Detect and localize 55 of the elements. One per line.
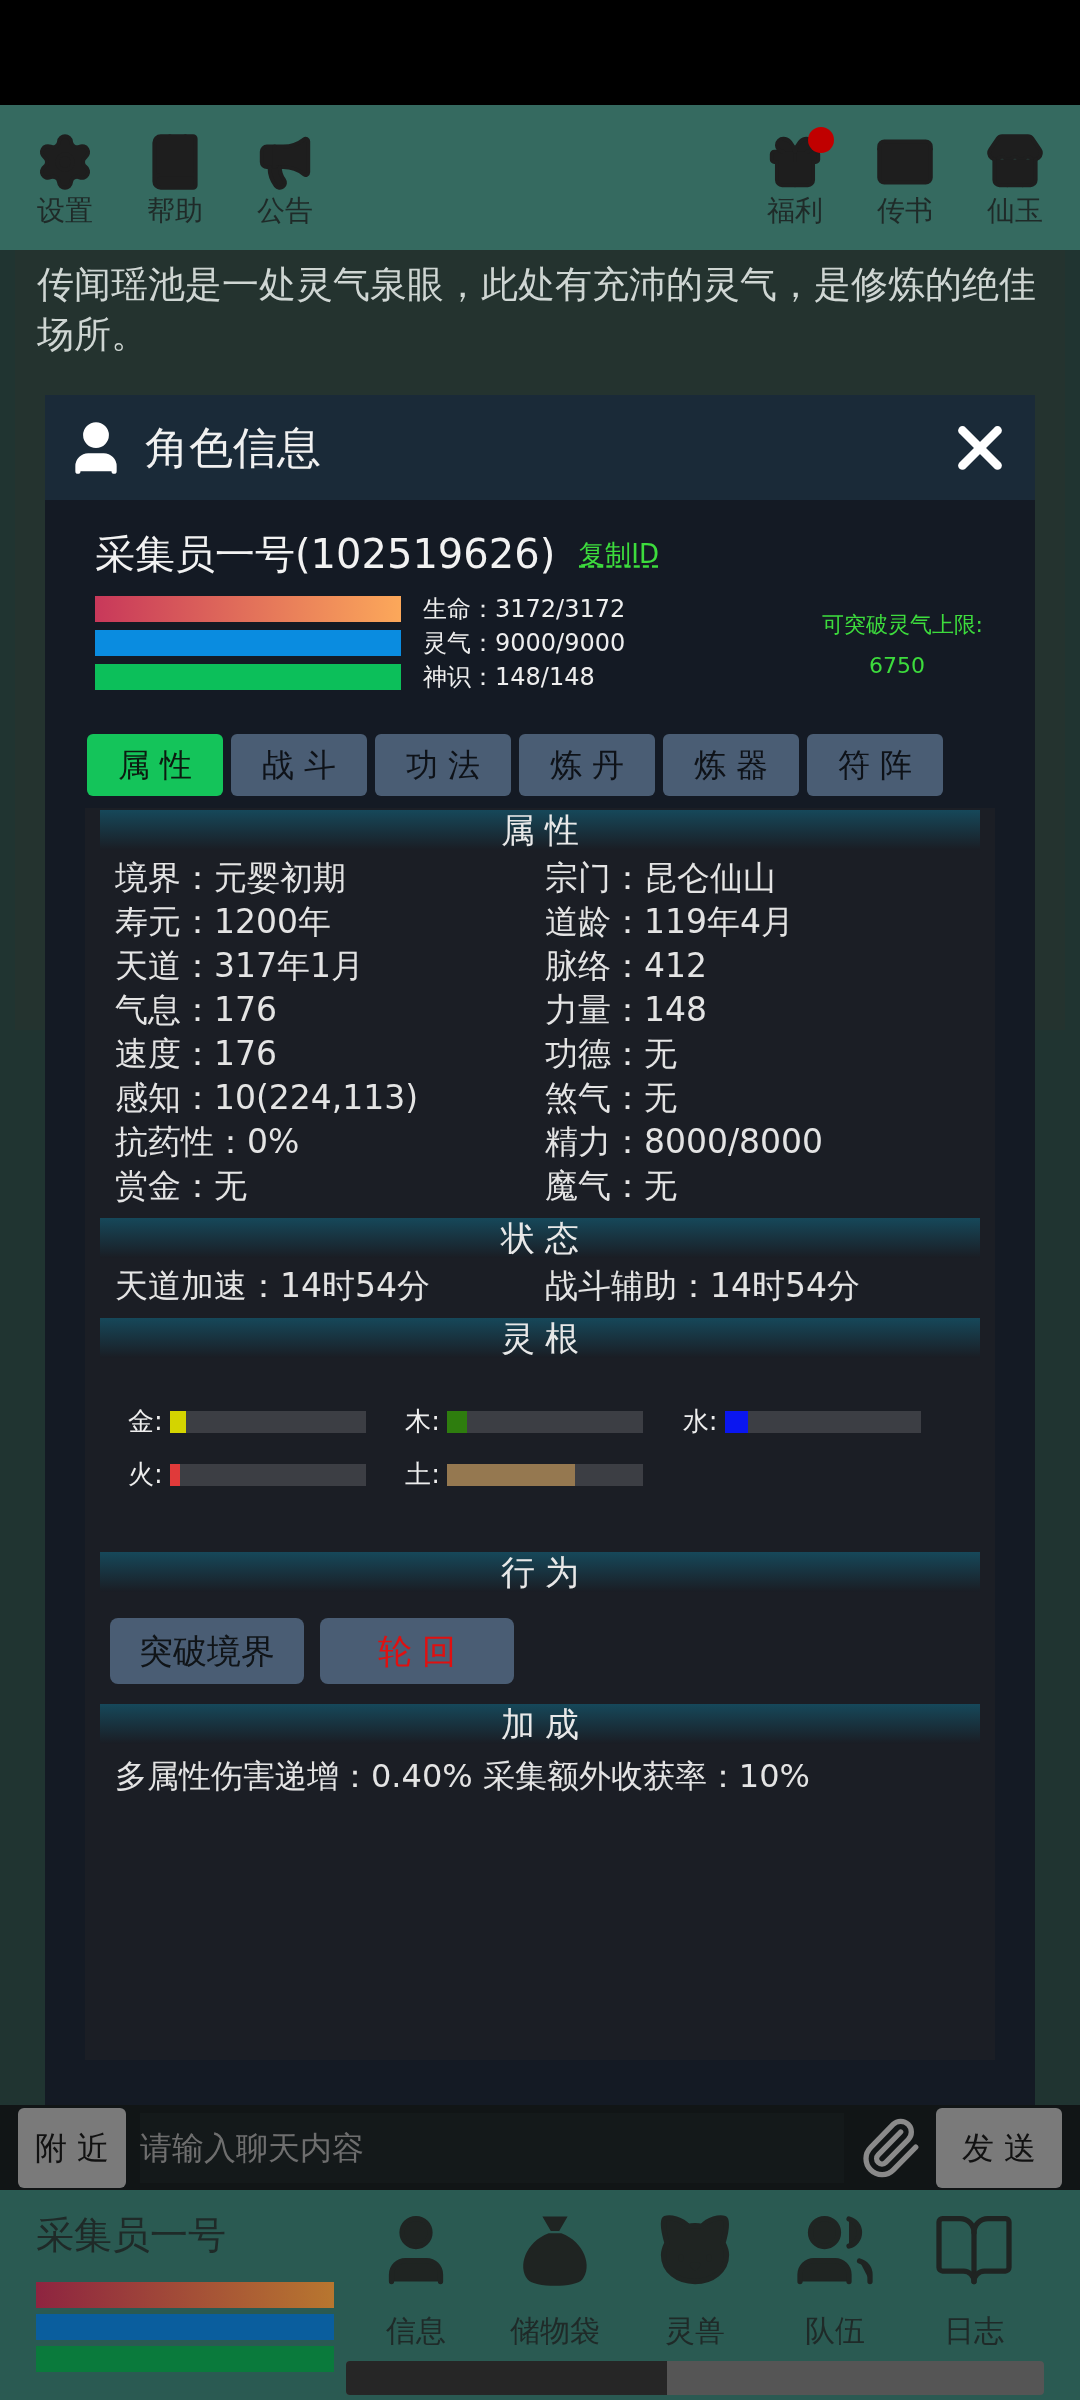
section-header: 属 性 (100, 810, 980, 850)
dialog-title: 角色信息 (145, 420, 322, 475)
stat-text: 精力：8000/8000 (545, 1121, 825, 1163)
stat-bar-label: 神识：148/148 (423, 664, 595, 690)
tab[interactable]: 属 性 (87, 734, 223, 796)
stat-text: 抗药性：0% (115, 1121, 301, 1163)
bonus-text: 多属性伤害递增：0.40% 采集额外收获率：10% (114, 1756, 811, 1797)
tab[interactable]: 战 斗 (231, 734, 367, 796)
root-label: 火: (128, 1458, 164, 1491)
stat-text: 速度：176 (115, 1033, 278, 1075)
stat-text: 脉络：412 (545, 945, 708, 987)
stat-text: 道龄：119年4月 (545, 901, 795, 943)
toolbar-button-label[interactable]: 仙玉 (987, 196, 1043, 225)
section-header: 状 态 (100, 1218, 980, 1258)
toolbar-button-label[interactable]: 设置 (37, 196, 93, 225)
tab[interactable]: 炼 丹 (519, 734, 655, 796)
breakthrough-value: 6750 (869, 652, 925, 680)
toolbar-button-label[interactable]: 传书 (877, 196, 933, 225)
stat-bar-label: 生命：3172/3172 (423, 596, 626, 622)
stat-bar-label: 灵气：9000/9000 (423, 630, 626, 656)
stat-text: 境界：元婴初期 (115, 857, 347, 899)
section-header: 行 为 (100, 1552, 980, 1592)
description-text: 传闻瑶池是一处灵气泉眼，此处有充沛的灵气，是修炼的绝佳场所。 (37, 262, 1037, 358)
stat-text: 魔气：无 (545, 1165, 678, 1207)
toolbar-button-label[interactable]: 帮助 (147, 196, 203, 225)
stat-text: 赏金：无 (115, 1165, 248, 1207)
tab[interactable]: 符 阵 (807, 734, 943, 796)
action-button[interactable]: 突破境界 (110, 1618, 304, 1684)
root-label: 金: (128, 1405, 164, 1438)
copy-id-link[interactable]: 复制ID (579, 535, 659, 574)
toolbar-button-label[interactable]: 福利 (767, 196, 823, 225)
stat-text: 宗门：昆仑仙山 (545, 857, 777, 899)
action-button[interactable]: 轮 回 (320, 1618, 514, 1684)
root-label: 水: (682, 1405, 719, 1438)
section-header: 灵 根 (100, 1318, 980, 1358)
stat-text: 感知：10(224,113) (115, 1077, 420, 1119)
stat-text: 天道：317年1月 (115, 945, 365, 987)
character-name: 采集员一号(102519626) (95, 530, 556, 579)
tab[interactable]: 功 法 (375, 734, 511, 796)
stat-text: 天道加速：14时54分 (115, 1265, 431, 1307)
root-label: 木: (405, 1405, 442, 1438)
stat-text: 战斗辅助：14时54分 (545, 1265, 861, 1307)
stat-text: 煞气：无 (545, 1077, 678, 1119)
channel-button[interactable]: 附 近 (18, 2107, 126, 2188)
breakthrough-label: 可突破灵气上限: (821, 611, 983, 639)
chat-input[interactable]: 请输入聊天内容 (140, 2112, 844, 2183)
section-header: 加 成 (100, 1704, 980, 1744)
stat-text: 寿元：1200年 (115, 901, 332, 943)
send-button[interactable]: 发 送 (936, 2107, 1062, 2188)
stat-text: 功德：无 (545, 1033, 678, 1075)
stat-text: 气息：176 (115, 989, 278, 1031)
stat-text: 力量：148 (545, 989, 708, 1031)
tab[interactable]: 炼 器 (663, 734, 799, 796)
root-label: 土: (405, 1458, 442, 1491)
toolbar-button-label[interactable]: 公告 (257, 196, 313, 225)
